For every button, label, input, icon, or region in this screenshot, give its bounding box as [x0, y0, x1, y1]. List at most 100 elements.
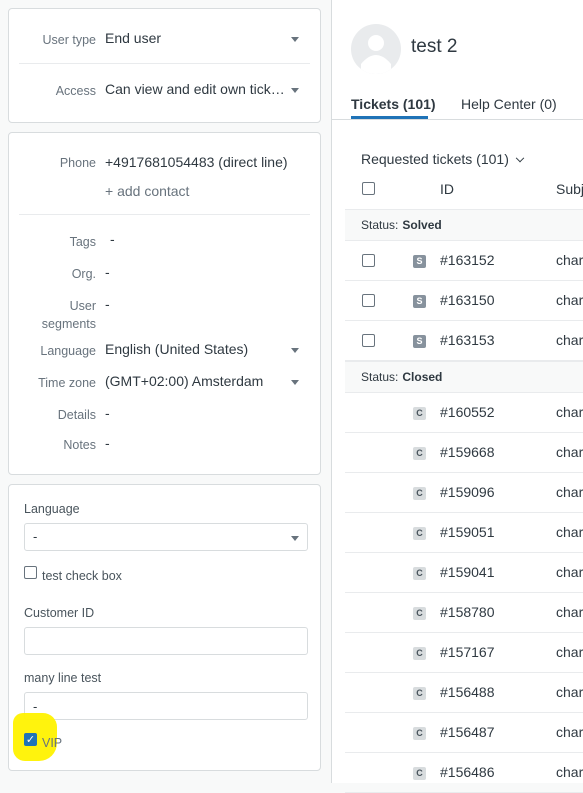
tab-tickets[interactable]: Tickets (101): [351, 96, 436, 112]
ticket-id[interactable]: #156487: [440, 724, 495, 740]
ticket-id[interactable]: #159096: [440, 484, 495, 500]
ticket-row[interactable]: C #159096 char: [345, 473, 583, 513]
ticket-subject[interactable]: char: [556, 292, 583, 308]
ticket-id[interactable]: #163152: [440, 252, 495, 268]
vip-label: VIP: [42, 736, 63, 750]
notes-value[interactable]: -: [105, 435, 110, 451]
ticket-row[interactable]: S #163150 char: [345, 281, 583, 321]
tags-label: Tags: [69, 235, 96, 249]
ticket-row[interactable]: S #163153 char: [345, 321, 583, 361]
ticket-row[interactable]: C #160552 char: [345, 393, 583, 433]
status-badge-closed: C: [413, 647, 426, 660]
ticket-id[interactable]: #163153: [440, 332, 495, 348]
status-group-header: Status: Solved: [345, 209, 583, 241]
time-zone-label: Time zone: [38, 376, 96, 390]
many-line-test-textarea[interactable]: -: [24, 692, 308, 720]
phone-label: Phone: [59, 156, 96, 170]
user-type-label: User type: [42, 33, 97, 47]
ticket-row[interactable]: C #158780 char: [345, 593, 583, 633]
ticket-checkbox[interactable]: [362, 294, 375, 307]
ticket-row[interactable]: C #159041 char: [345, 553, 583, 593]
ticket-subject[interactable]: char: [556, 764, 583, 780]
ticket-subject[interactable]: char: [556, 524, 583, 540]
ticket-subject[interactable]: char: [556, 684, 583, 700]
ticket-subject[interactable]: char: [556, 724, 583, 740]
language-select[interactable]: English (United States): [105, 341, 248, 357]
ticket-row[interactable]: C #156486 char: [345, 753, 583, 793]
status-badge-closed: C: [413, 487, 426, 500]
ticket-subject[interactable]: char: [556, 484, 583, 500]
ticket-checkbox[interactable]: [362, 254, 375, 267]
phone-value[interactable]: +4917681054483 (direct line): [105, 154, 288, 170]
ticket-id[interactable]: #163150: [440, 292, 495, 308]
access-row[interactable]: Access Can view and edit own tick…: [9, 64, 320, 122]
column-header-subject[interactable]: Subj: [556, 181, 583, 197]
ticket-checkbox[interactable]: [362, 334, 375, 347]
user-name[interactable]: test 2: [411, 36, 457, 58]
many-line-test-value: -: [33, 699, 38, 714]
status-badge-closed: C: [413, 407, 426, 420]
access-select[interactable]: Can view and edit own tick…: [105, 81, 285, 97]
status-badge-closed: C: [413, 567, 426, 580]
requested-tickets-dropdown[interactable]: Requested tickets (101): [361, 151, 524, 167]
status-badge-closed: C: [413, 447, 426, 460]
user-main-pane: test 2 Tickets (101) Help Center (0) Req…: [332, 0, 583, 793]
tabs-divider: [332, 119, 583, 120]
user-silhouette-icon: [361, 35, 391, 74]
ticket-subject[interactable]: char: [556, 252, 583, 268]
status-badge-closed: C: [413, 767, 426, 780]
ticket-id[interactable]: #158780: [440, 604, 495, 620]
org-value[interactable]: -: [105, 264, 110, 280]
many-line-test-label: many line test: [24, 671, 102, 685]
ticket-id[interactable]: #159051: [440, 524, 495, 540]
status-group-header: Status: Closed: [345, 361, 583, 393]
ticket-row[interactable]: C #159668 char: [345, 433, 583, 473]
ticket-id[interactable]: #159041: [440, 564, 495, 580]
requested-tickets-title: Requested tickets (101): [361, 151, 509, 167]
customer-id-label: Customer ID: [24, 606, 95, 620]
ticket-row[interactable]: S #163152 char: [345, 241, 583, 281]
ticket-subject[interactable]: char: [556, 404, 583, 420]
ticket-subject[interactable]: char: [556, 332, 583, 348]
user-type-select[interactable]: End user: [105, 30, 161, 46]
user-segments-label-line2: segments: [41, 317, 96, 331]
notes-label: Notes: [63, 438, 96, 452]
ticket-row[interactable]: C #157167 char: [345, 633, 583, 673]
select-all-checkbox[interactable]: [362, 182, 375, 195]
status-badge-closed: C: [413, 727, 426, 740]
status-prefix: Status:: [361, 218, 399, 232]
ticket-id[interactable]: #156486: [440, 764, 495, 780]
ticket-id[interactable]: #157167: [440, 644, 495, 660]
ticket-subject[interactable]: char: [556, 604, 583, 620]
status-badge-solved: S: [413, 335, 426, 348]
ticket-row[interactable]: C #159051 char: [345, 513, 583, 553]
details-label: Details: [57, 408, 96, 422]
user-sidebar: User type End user Access Can view and e…: [0, 0, 332, 783]
ticket-subject[interactable]: char: [556, 444, 583, 460]
language-field-label: Language: [24, 502, 80, 516]
tags-value[interactable]: -: [110, 231, 115, 247]
chevron-down-icon: [291, 88, 299, 93]
ticket-row[interactable]: C #156487 char: [345, 713, 583, 753]
add-contact-link[interactable]: + add contact: [105, 183, 189, 199]
ticket-subject[interactable]: char: [556, 564, 583, 580]
ticket-subject[interactable]: char: [556, 644, 583, 660]
test-checkbox[interactable]: [24, 566, 37, 579]
chevron-down-icon: [291, 536, 299, 541]
ticket-row[interactable]: C #156488 char: [345, 673, 583, 713]
tab-help-center[interactable]: Help Center (0): [461, 96, 557, 112]
language-field-select[interactable]: -: [24, 523, 308, 551]
vip-checkbox[interactable]: ✓: [24, 733, 37, 746]
ticket-id[interactable]: #156488: [440, 684, 495, 700]
user-fields-panel: Language - test check box Customer ID ma…: [8, 484, 321, 771]
user-type-row[interactable]: User type End user: [9, 9, 320, 63]
org-label: Org.: [71, 267, 96, 281]
customer-id-input[interactable]: [24, 627, 308, 655]
ticket-id[interactable]: #160552: [440, 404, 495, 420]
ticket-id[interactable]: #159668: [440, 444, 495, 460]
details-value[interactable]: -: [105, 405, 110, 421]
time-zone-select[interactable]: (GMT+02:00) Amsterdam: [105, 373, 263, 389]
language-label: Language: [40, 344, 96, 358]
column-header-id[interactable]: ID: [440, 181, 454, 197]
status-badge-closed: C: [413, 527, 426, 540]
